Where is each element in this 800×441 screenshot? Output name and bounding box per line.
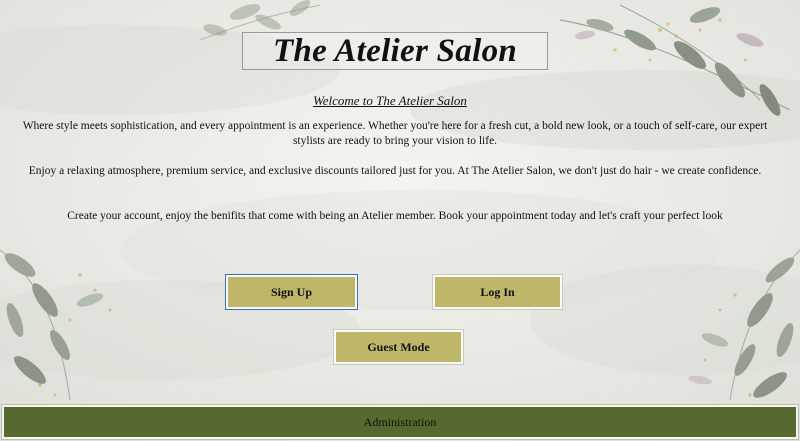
intro-paragraph: Create your account, enjoy the benifits … (67, 210, 723, 222)
log-in-button[interactable]: Log In (433, 275, 562, 309)
title-frame: The Atelier Salon (242, 32, 548, 70)
page-title: The Atelier Salon (272, 32, 518, 69)
sign-up-button[interactable]: Sign Up (226, 275, 357, 309)
guest-mode-button[interactable]: Guest Mode (334, 330, 463, 364)
intro-paragraph: Where style meets sophistication, and ev… (22, 120, 768, 147)
welcome-heading: Welcome to The Atelier Salon (313, 93, 467, 108)
administration-button[interactable]: Administration (2, 405, 798, 439)
intro-paragraph: Enjoy a relaxing atmosphere, premium ser… (28, 165, 762, 177)
